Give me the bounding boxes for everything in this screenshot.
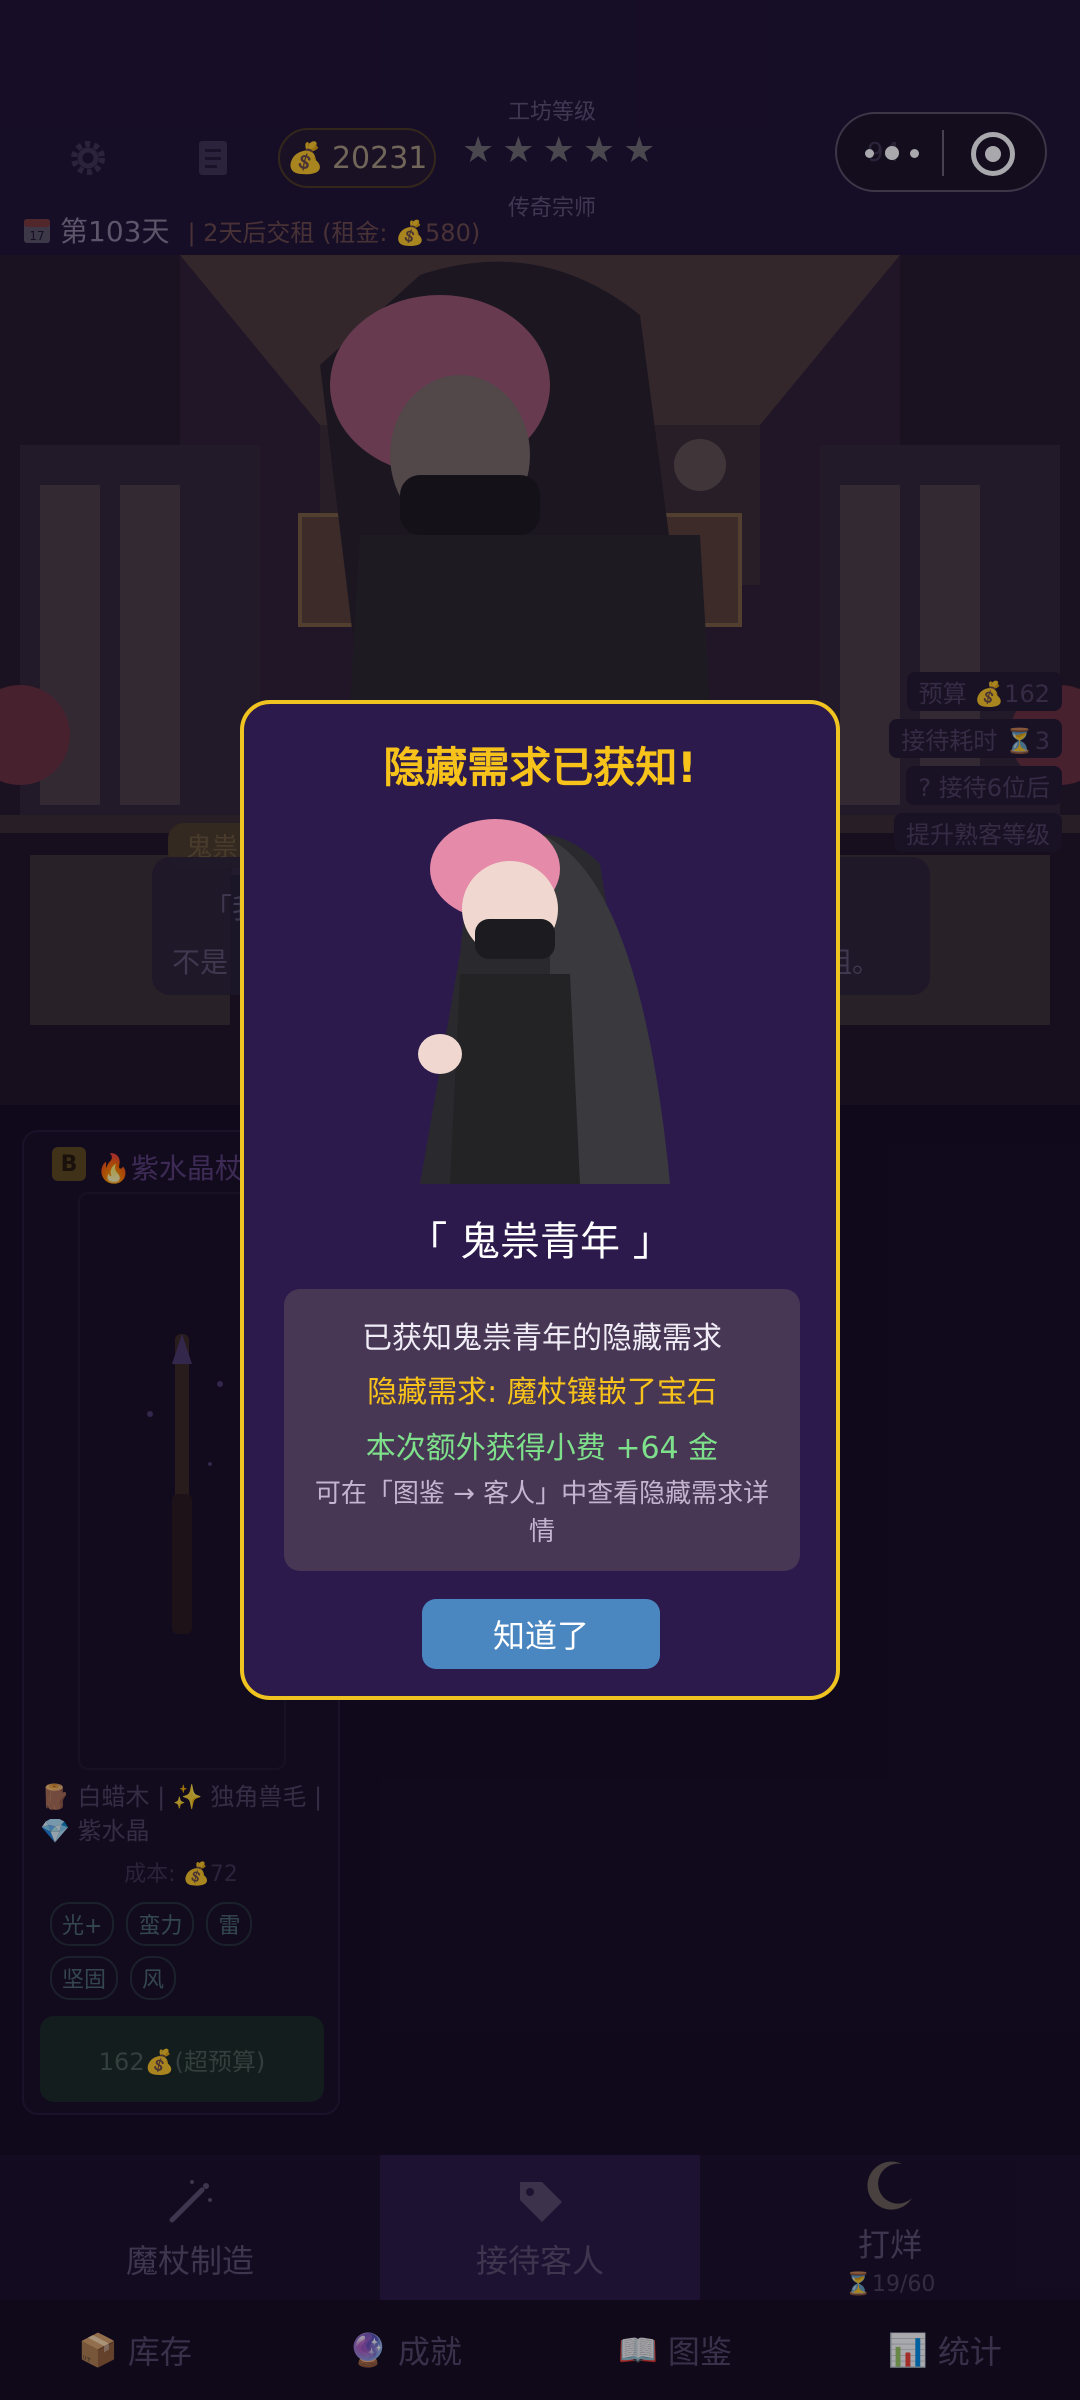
game-screen: 💰 20231 工坊等级 ★ ★ ★ ★ ★ 传奇宗师 17 第103天 | 2… <box>0 0 1080 2400</box>
customer-portrait <box>418 819 670 1184</box>
demand-known-text: 已获知鬼祟青年的隐藏需求 <box>362 1321 722 1356</box>
acknowledge-button[interactable]: 知道了 <box>422 1599 660 1669</box>
modal-title: 隐藏需求已获知! <box>383 743 697 792</box>
hidden-demand-modal: 隐藏需求已获知! 「 鬼祟青年 」 已获知鬼祟青年的隐藏需求 隐藏需求: 魔杖镶… <box>240 700 840 1700</box>
tip-reward-text: 本次额外获得小费 +64 金 <box>365 1431 719 1466</box>
codex-hint-text: 可在「图鉴 → 客人」中查看隐藏需求详情 <box>314 1479 770 1547</box>
demand-info-box: 已获知鬼祟青年的隐藏需求 隐藏需求: 魔杖镶嵌了宝石 本次额外获得小费 +64 … <box>284 1289 800 1571</box>
customer-name: 「 鬼祟青年 」 <box>407 1219 673 1265</box>
hidden-demand-text: 隐藏需求: 魔杖镶嵌了宝石 <box>367 1375 717 1410</box>
